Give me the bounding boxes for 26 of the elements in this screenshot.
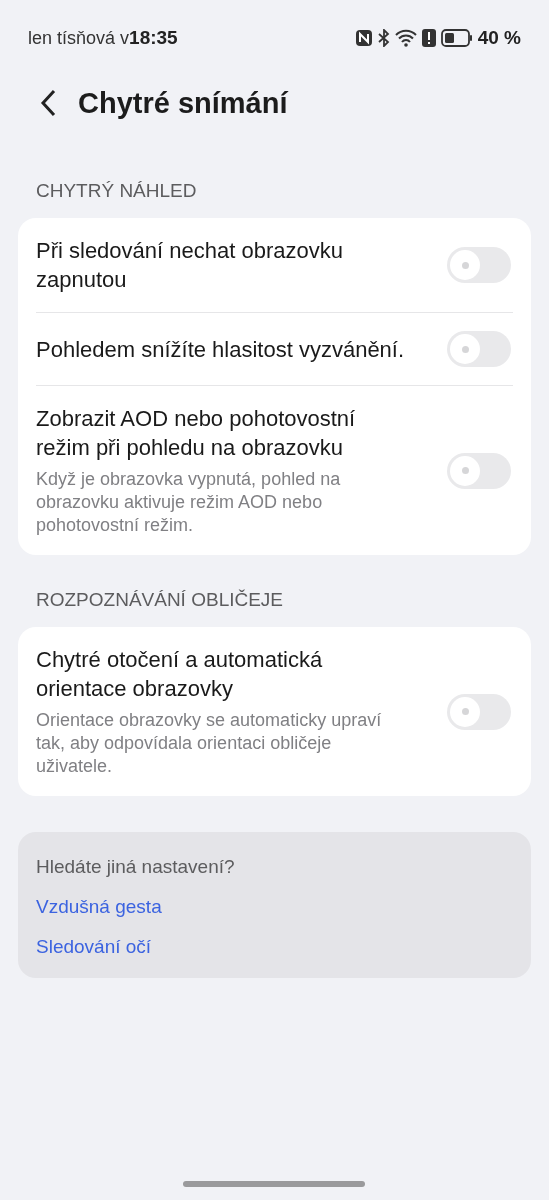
setting-label: Pohledem snížíte hlasitost vyzvánění.: [36, 335, 406, 364]
setting-label: Zobrazit AOD nebo pohotovostní režim při pohledu na obrazovku: [36, 405, 357, 462]
setting-label: Chytré otočení a automatická orientace obrazovky: [36, 646, 324, 703]
home-indicator[interactable]: [183, 1181, 365, 1187]
carrier-text: len tísňová v: [28, 27, 130, 49]
toggle-switch[interactable]: [447, 693, 511, 730]
alert-icon: [421, 29, 436, 47]
battery-icon: [440, 29, 473, 47]
setting-label: Při sledování nechat obrazovku zapnutou: [36, 237, 344, 294]
nfc-icon: [354, 29, 373, 47]
setting-description: Když je obrazovka vypnutá, pohled na obrazovku aktivuje režim AOD nebo pohotovostní režim.: [36, 468, 342, 537]
clock: 18:35: [129, 27, 178, 49]
setting-description: Orientace obrazovky se automaticky upraví tak, aby odpovídala orientaci obličeje uživatele.: [36, 709, 383, 778]
toggle-switch[interactable]: [447, 452, 511, 489]
settings-link[interactable]: Sledování očí: [36, 936, 152, 958]
toggle-switch[interactable]: [447, 331, 511, 367]
toggle-switch[interactable]: [447, 247, 511, 283]
section-title: ROZPOZNÁVÁNÍ OBLIČEJE: [35, 589, 285, 611]
wifi-icon: [394, 29, 417, 47]
settings-link[interactable]: Vzdušná gesta: [36, 896, 162, 918]
bluetooth-icon: [377, 29, 390, 47]
back-button[interactable]: [40, 89, 56, 117]
suggestions-title: Hledáte jiná nastavení?: [36, 856, 236, 878]
section-title: CHYTRÝ NÁHLED: [35, 180, 198, 202]
battery-percent: 40 %: [477, 27, 521, 49]
page-title: Chytré snímání: [78, 86, 288, 120]
